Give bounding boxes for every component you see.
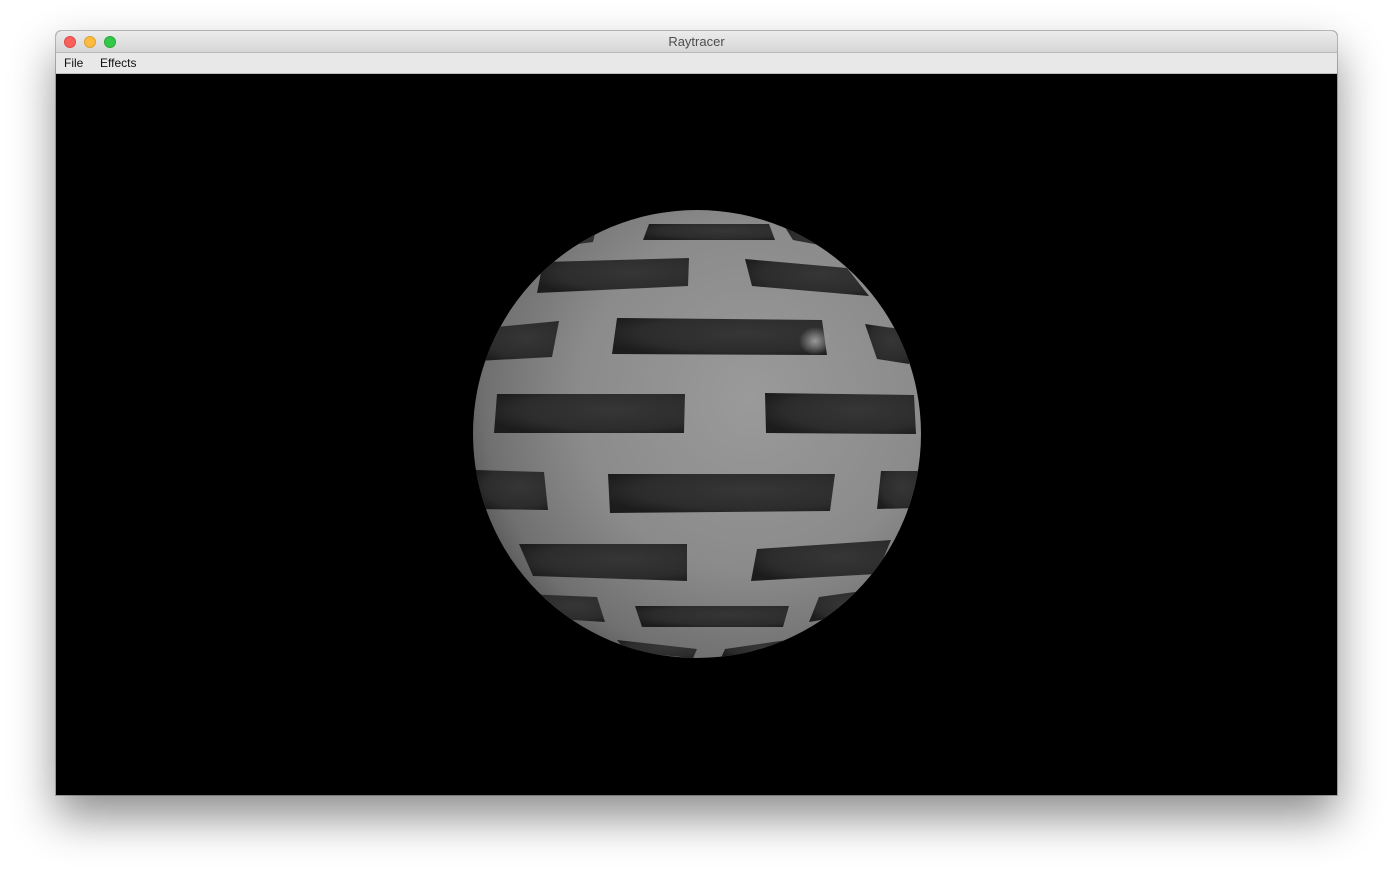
- menu-effects[interactable]: Effects: [98, 56, 138, 70]
- title-bar[interactable]: Raytracer: [56, 31, 1337, 53]
- window-title: Raytracer: [668, 34, 725, 49]
- stripe: [612, 318, 827, 355]
- stripe: [494, 394, 685, 433]
- stripe: [519, 544, 687, 581]
- stripe: [523, 594, 605, 622]
- stripe: [765, 393, 916, 434]
- stripe: [475, 321, 559, 361]
- menu-file[interactable]: File: [62, 56, 85, 70]
- menu-bar: File Effects: [56, 53, 1337, 74]
- specular-highlight: [799, 327, 831, 355]
- stripe: [608, 474, 835, 513]
- stripe: [635, 606, 789, 627]
- stripe: [643, 224, 775, 240]
- stripe: [877, 471, 919, 509]
- app-window: Raytracer File Effects: [56, 31, 1337, 795]
- sphere: [473, 210, 921, 658]
- stripe: [475, 470, 548, 510]
- raytraced-scene: [473, 210, 921, 658]
- render-canvas[interactable]: [57, 74, 1336, 794]
